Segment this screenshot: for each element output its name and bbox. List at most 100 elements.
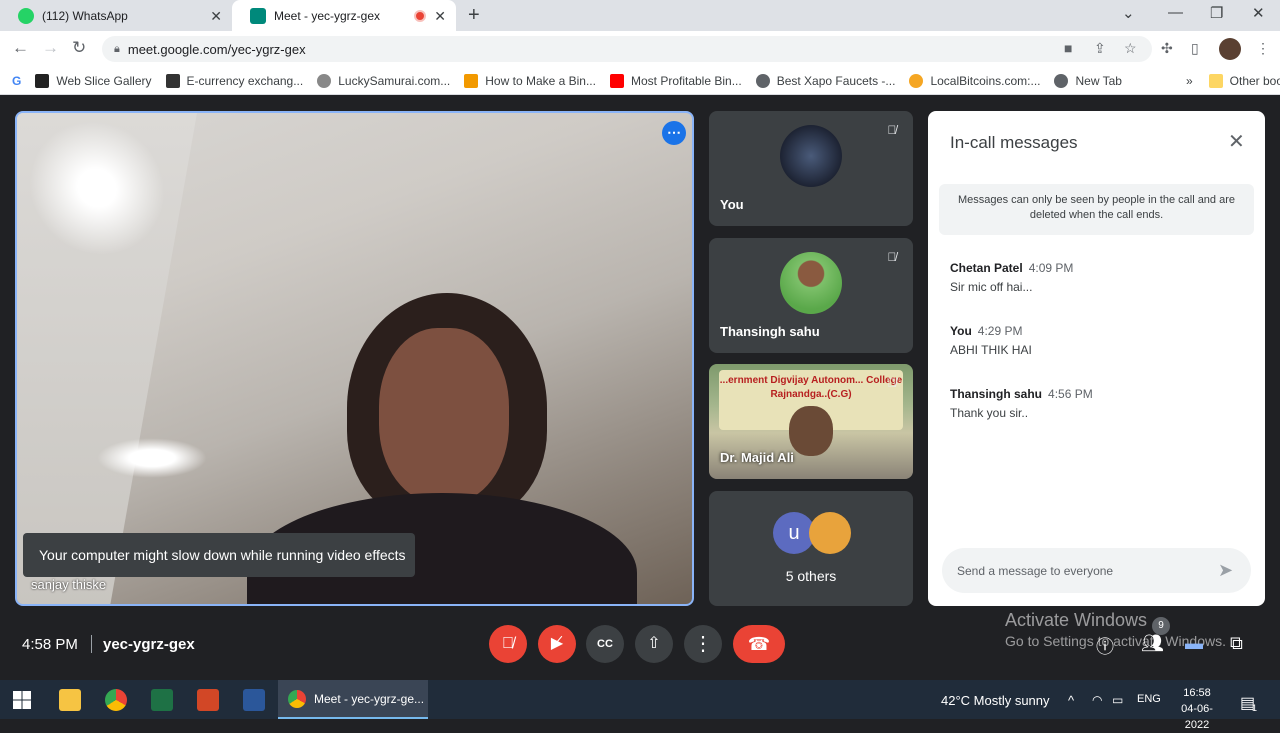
avatar <box>780 252 842 314</box>
how-to-icon <box>464 73 479 88</box>
camera-icon[interactable]: ■ <box>1064 40 1072 56</box>
participant-tile-majid[interactable]: ...ernment Digvijay Autonom... College R… <box>709 364 913 479</box>
weather-widget[interactable]: 42°C Mostly sunny <box>941 693 1050 708</box>
close-tab-icon[interactable]: ✕ <box>210 8 222 25</box>
excel-icon[interactable] <box>151 689 173 711</box>
bookmark-how-to[interactable]: How to Make a Bin... <box>464 73 596 88</box>
people-count-badge: 9 <box>1152 617 1170 635</box>
captions-button[interactable]: CC <box>586 625 624 663</box>
chat-input[interactable]: Send a message to everyone <box>942 548 1251 593</box>
tab-meet[interactable]: Meet - yec-ygrz-gex ✕ <box>232 0 456 31</box>
taskbar-window-label: Meet - yec-ygrz-ge... <box>314 691 425 706</box>
tab-whatsapp[interactable]: (112) WhatsApp ✕ <box>0 0 232 31</box>
participant-tile-thansingh[interactable]: 🎙̸ Thansingh sahu <box>709 238 913 353</box>
taskbar-meet-window[interactable]: Meet - yec-ygrz-ge... <box>278 680 428 719</box>
more-options-button[interactable]: ⋮ <box>684 625 722 663</box>
participant-tile-others[interactable]: u 5 others <box>709 491 913 606</box>
main-participant-name: sanjay thiske <box>31 577 107 592</box>
bookmark-localbitcoins[interactable]: LocalBitcoins.com:... <box>909 73 1040 88</box>
chat-message: Thansingh sahu 4:56 PM Thank you sir.. <box>950 387 1093 420</box>
bookmarks-bar: G Web Slice Gallery E-currency exchang..… <box>0 67 1280 95</box>
close-icon[interactable]: ✕ <box>1228 129 1245 154</box>
mic-toggle-button[interactable]: 🎙̸ <box>489 625 527 663</box>
present-screen-button[interactable]: ⇧ <box>635 625 673 663</box>
globe-icon <box>755 73 770 88</box>
file-explorer-icon[interactable] <box>59 689 81 711</box>
chat-icon[interactable]: ▬ <box>1185 633 1203 654</box>
avatar <box>809 512 851 554</box>
profile-avatar[interactable] <box>1219 38 1241 60</box>
close-window-icon[interactable]: ✕ <box>1252 4 1265 22</box>
people-icon[interactable]: 👥︎ <box>1141 633 1164 654</box>
bookmark-luckysamurai[interactable]: LuckySamurai.com... <box>317 73 450 88</box>
bookmark-most-profitable[interactable]: Most Profitable Bin... <box>609 73 742 88</box>
chat-message: You 4:29 PM ABHI THIK HAI <box>950 324 1032 357</box>
maximize-icon[interactable]: ❐ <box>1210 4 1223 22</box>
word-icon[interactable] <box>243 689 265 711</box>
share-icon[interactable]: ⇪ <box>1094 40 1106 57</box>
meeting-info-icon[interactable]: ⓘ <box>1096 633 1114 659</box>
activities-icon[interactable]: ⧉ <box>1230 633 1243 654</box>
divider <box>91 635 92 653</box>
language-indicator[interactable]: ENG <box>1137 693 1161 705</box>
powerpoint-icon[interactable] <box>197 689 219 711</box>
meeting-code: yec-ygrz-gex <box>103 636 195 653</box>
bookmark-new-tab[interactable]: New Tab <box>1054 73 1122 88</box>
main-video-tile[interactable]: ⋯ Your computer might slow down while ru… <box>15 111 694 606</box>
extensions-icon[interactable]: ✣ <box>1161 40 1173 57</box>
minimize-icon[interactable]: — <box>1168 4 1183 21</box>
wifi-icon[interactable]: ◠ <box>1092 693 1102 707</box>
tray-overflow-icon[interactable]: ^ <box>1068 693 1074 708</box>
bookmark-web-slice[interactable]: Web Slice Gallery <box>35 73 152 88</box>
back-icon[interactable]: ← <box>12 38 29 58</box>
tab-search-icon[interactable]: ⌄ <box>1122 4 1135 22</box>
web-slice-icon <box>35 73 50 88</box>
participant-name: Dr. Majid Ali <box>720 450 794 465</box>
chat-notice: Messages can only be seen by people in t… <box>939 184 1254 235</box>
bookmark-star-icon[interactable]: ☆ <box>1124 40 1137 57</box>
address-bar[interactable]: 🔒︎ meet.google.com/yec-ygrz-gex <box>102 36 1152 62</box>
participant-name: You <box>720 197 744 212</box>
chrome-icon[interactable] <box>105 689 127 711</box>
mic-off-icon: 🎙̸ <box>887 250 897 264</box>
forward-icon[interactable]: → <box>42 38 59 58</box>
close-tab-icon[interactable]: ✕ <box>434 8 446 25</box>
ceiling-light <box>97 438 207 478</box>
notification-count: 1 <box>1252 703 1258 713</box>
folder-icon <box>1208 73 1223 88</box>
send-icon[interactable]: ➤ <box>1218 560 1233 581</box>
side-panel-icon[interactable]: ▯ <box>1191 40 1199 57</box>
google-icon[interactable]: G <box>12 74 21 88</box>
bookmarks-overflow-button[interactable]: » <box>1186 74 1193 88</box>
more-options-icon[interactable]: ⋯ <box>662 121 686 145</box>
menu-icon[interactable]: ⋮ <box>1256 40 1270 57</box>
participant-tile-you[interactable]: 🎙̸ You <box>709 111 913 226</box>
other-bookmarks[interactable]: Other bookmarks <box>1208 73 1280 88</box>
mic-off-icon: 🎙̸ <box>887 123 897 137</box>
reload-icon[interactable]: ↻ <box>72 38 86 58</box>
participant-name: Thansingh sahu <box>720 324 820 339</box>
bc-icon <box>165 73 180 88</box>
samurai-icon <box>317 73 332 88</box>
meet-icon <box>250 7 266 24</box>
tab-label: Meet - yec-ygrz-gex <box>274 8 381 23</box>
tab-label: (112) WhatsApp <box>42 8 128 23</box>
youtube-icon <box>609 73 624 88</box>
battery-icon[interactable]: ▭ <box>1112 693 1123 707</box>
chat-message: Chetan Patel 4:09 PM Sir mic off hai... <box>950 261 1074 294</box>
meeting-clock: 4:58 PM <box>22 636 78 653</box>
new-tab-button[interactable]: + <box>468 4 480 27</box>
lock-icon: 🔒︎ <box>114 42 120 55</box>
recording-icon <box>414 10 426 22</box>
bookmark-e-currency[interactable]: E-currency exchang... <box>165 73 303 88</box>
camera-toggle-button[interactable]: ▶̸ <box>538 625 576 663</box>
whatsapp-icon <box>18 7 34 24</box>
windows-taskbar <box>0 680 1280 719</box>
taskbar-clock[interactable]: 16:58 04-06-2022 <box>1172 685 1222 733</box>
bookmark-xapo[interactable]: Best Xapo Faucets -... <box>755 73 895 88</box>
windows-start-icon[interactable] <box>13 691 31 709</box>
end-call-button[interactable]: ☎ <box>733 625 785 663</box>
activate-windows-title: Activate Windows <box>1005 610 1148 630</box>
mic-off-icon: 🎙̸ <box>887 376 897 390</box>
video-effects-snackbar: Your computer might slow down while runn… <box>23 533 415 577</box>
